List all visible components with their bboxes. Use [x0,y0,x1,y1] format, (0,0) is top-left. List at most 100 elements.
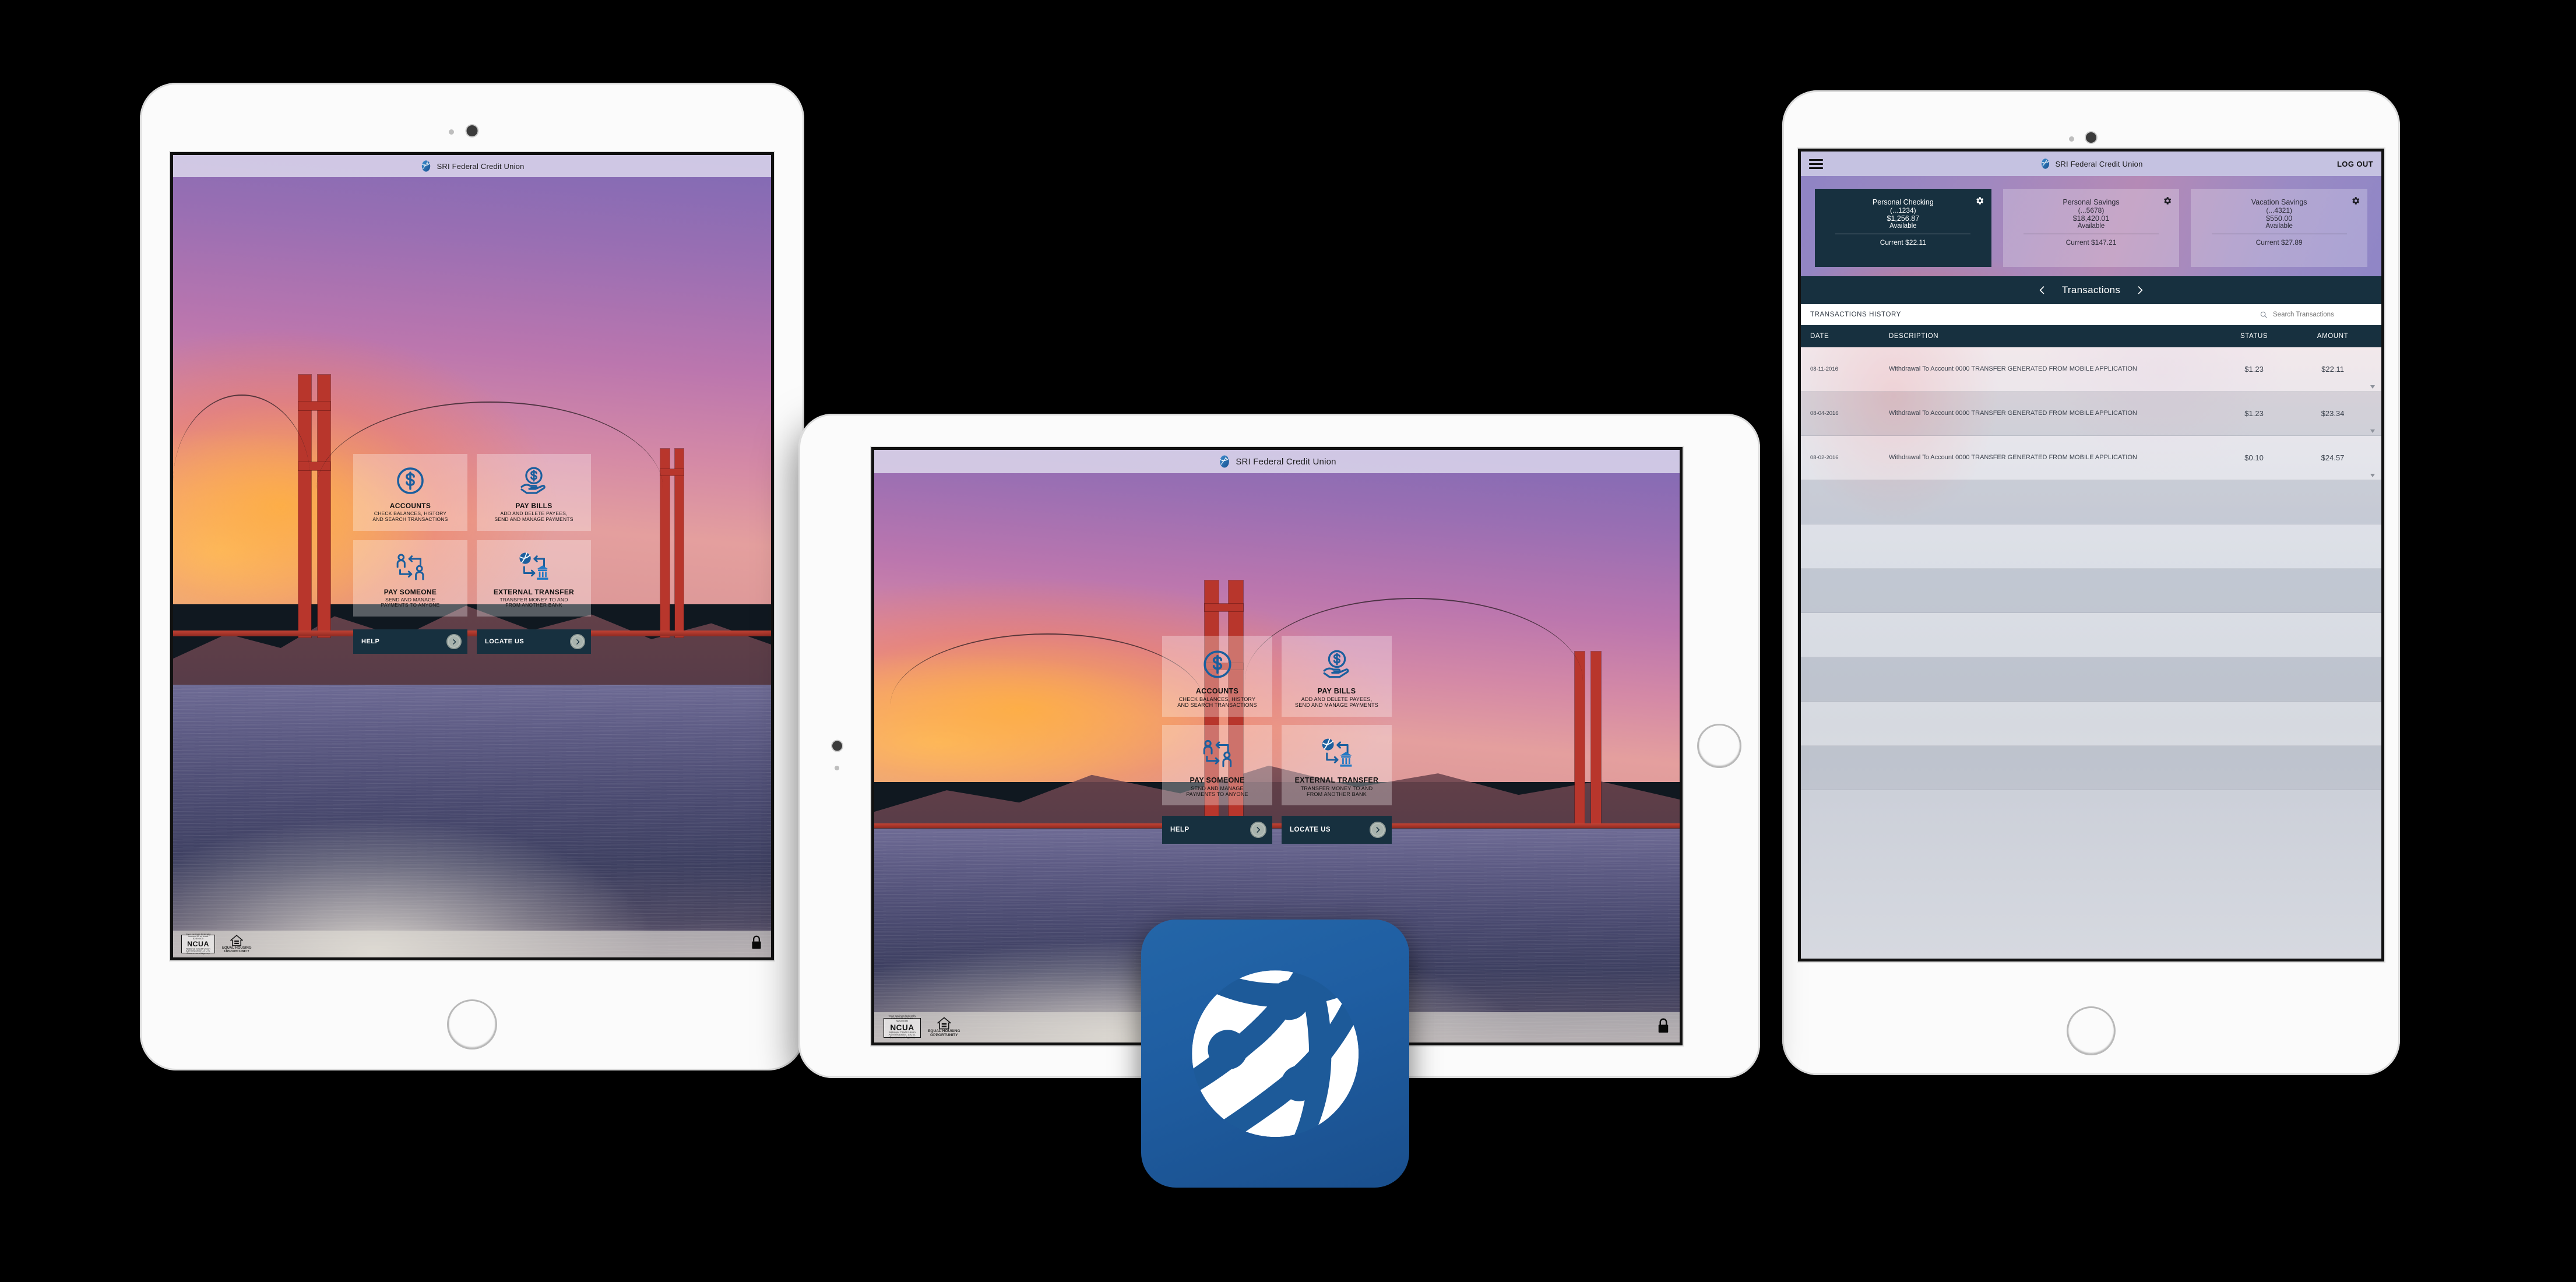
cell-date: 08-02-2016 [1810,455,1839,461]
gear-icon[interactable] [1975,196,1984,209]
tablet-right: SRI Federal Credit Union LOG OUT Persona… [1782,90,2400,1075]
locate-us-button[interactable]: LOCATE US [477,629,591,654]
caret-down-icon[interactable] [2370,385,2376,389]
account-balance: $1,256.87 [1887,214,1920,223]
tile-title: PAY SOMEONE [1190,776,1245,784]
locate-us-button[interactable]: LOCATE US [1282,816,1392,844]
cell-amount: $24.57 [2321,453,2345,462]
tile-accounts[interactable]: ACCOUNTS CHECK BALANCES, HISTORY AND SEA… [353,453,467,531]
tile-pay-someone[interactable]: PAY SOMEONE SEND AND MANAGE PAYMENTS TO … [353,540,467,617]
account-name: Personal Checking [1872,198,1934,206]
home-action-buttons: HELP LOCATE US [353,629,591,654]
table-row[interactable]: 08-11-2016 Withdrawal To Account 0000 TR… [1801,347,2381,392]
hamburger-menu-icon[interactable] [1809,159,1823,169]
account-card-personal-checking[interactable]: Personal Checking (...1234) $1,256.87 Av… [1815,189,1991,267]
globe-to-bank-icon [518,551,550,583]
home-button-right[interactable] [2067,1006,2116,1055]
tile-title: PAY SOMEONE [383,587,437,596]
gear-icon[interactable] [2350,196,2360,209]
padlock-icon [750,934,763,954]
table-row-empty [1801,613,2381,657]
table-row-empty [1801,569,2381,613]
account-balance-label: Available [2265,223,2293,230]
tile-pay-someone[interactable]: PAY SOMEONE SEND AND MANAGE PAYMENTS TO … [1162,724,1272,806]
cell-status: $1.23 [2244,409,2264,418]
cell-status: $0.10 [2244,453,2264,462]
home-button-center[interactable] [1697,724,1741,768]
column-header-amount: AMOUNT [2317,333,2349,340]
tile-subtitle-line2: AND SEARCH TRANSACTIONS [1177,702,1257,709]
app-footer-left: Your savings federally insured to at lea… [173,931,771,957]
brand-name-label: SRI Federal Credit Union [1236,456,1336,467]
app-header-center: SRI Federal Credit Union [874,450,1680,473]
account-balance: $18,420.01 [2072,214,2110,223]
tile-external-transfer[interactable]: EXTERNAL TRANSFER TRANSFER MONEY TO AND … [1282,724,1392,806]
tile-title: PAY BILLS [1317,686,1356,695]
chevron-right-icon [446,634,462,650]
transactions-list[interactable]: 08-11-2016 Withdrawal To Account 0000 TR… [1801,347,2381,959]
dollar-coin-icon [1201,647,1234,681]
tile-grid-left: ACCOUNTS CHECK BALANCES, HISTORY AND SEA… [353,453,591,617]
section-title: Transactions [2061,284,2121,295]
transactions-history-label: TRANSACTIONS HISTORY [1810,311,1901,318]
caret-down-icon[interactable] [2370,429,2376,433]
app-icon-tile[interactable] [1141,920,1409,1188]
cell-status: $1.23 [2244,365,2264,374]
transactions-table-header: DATE DESCRIPTION STATUS AMOUNT [1801,325,2381,347]
globe-to-bank-icon [1320,737,1354,770]
brand-lockup: SRI Federal Credit Union [2039,158,2142,170]
tile-external-transfer[interactable]: EXTERNAL TRANSFER TRANSFER MONEY TO AND … [477,540,591,617]
cell-description: Withdrawal To Account 0000 TRANSFER GENE… [1888,409,2137,417]
globe-network-logo-icon [1217,455,1231,469]
account-card-vacation-savings[interactable]: Vacation Savings (...4321) $550.00 Avail… [2191,189,2368,267]
coin-in-hand-icon [518,464,550,497]
column-header-status: STATUS [2240,333,2268,340]
brand-lockup: SRI Federal Credit Union [420,160,524,172]
tile-accounts[interactable]: ACCOUNTS CHECK BALANCES, HISTORY AND SEA… [1162,635,1272,717]
help-button[interactable]: HELP [1162,816,1272,844]
screenshot-stage: SRI Federal Credit Union ACCOUNTS CHECK … [0,0,2576,1282]
ncua-badge: Your savings federally insured to at lea… [181,932,215,955]
home-button-left[interactable] [447,999,497,1049]
tile-title: EXTERNAL TRANSFER [1294,776,1379,784]
account-cards-strip: Personal Checking (...1234) $1,256.87 Av… [1801,176,2381,276]
account-balance-label: Available [1889,223,1917,230]
ncua-bottom-text: National Credit Union Administration, a … [185,948,211,955]
chevron-left-icon[interactable] [2036,284,2048,296]
chevron-right-icon[interactable] [2134,284,2146,296]
eho-line2: OPPORTUNITY [930,1033,958,1037]
home-action-buttons: HELP LOCATE US [1162,816,1392,844]
app-header-left: SRI Federal Credit Union [173,155,771,177]
account-name: Personal Savings [2063,198,2120,206]
search-icon [2260,311,2268,319]
locate-us-button-label: LOCATE US [1290,826,1331,834]
padlock-icon [1656,1017,1670,1038]
account-balance: $550.00 [2266,214,2293,223]
ncua-label: NCUA [187,939,209,948]
home-app-left: SRI Federal Credit Union ACCOUNTS CHECK … [173,155,771,957]
ncua-top-text: Your savings federally insured to at lea… [185,932,211,940]
tile-pay-bills[interactable]: PAY BILLS ADD AND DELETE PAYEES, SEND AN… [477,453,591,531]
tile-subtitle-line1: CHECK BALANCES, HISTORY [1178,696,1256,702]
tile-subtitle-line2: SEND AND MANAGE PAYMENTS [494,516,573,522]
caret-down-icon[interactable] [2370,473,2376,477]
chevron-right-icon [1250,822,1266,839]
tile-title: ACCOUNTS [1195,686,1239,695]
gear-icon[interactable] [2162,196,2172,209]
table-row[interactable]: 08-04-2016 Withdrawal To Account 0000 TR… [1801,392,2381,436]
account-current: Current $27.89 [2255,238,2303,246]
globe-network-app-icon [1180,954,1367,1153]
search-input[interactable] [2273,311,2372,318]
account-card-personal-savings[interactable]: Personal Savings (...5678) $18,420.01 Av… [2003,189,2180,267]
equal-housing-house-icon [937,1017,951,1030]
brand-name-label: SRI Federal Credit Union [2055,159,2143,168]
account-number: (...5678) [2078,206,2105,214]
table-row[interactable]: 08-02-2016 Withdrawal To Account 0000 TR… [1801,436,2381,480]
help-button[interactable]: HELP [353,629,467,654]
logout-button[interactable]: LOG OUT [2337,160,2373,168]
tile-pay-bills[interactable]: PAY BILLS ADD AND DELETE PAYEES, SEND AN… [1282,635,1392,717]
locate-us-button-label: LOCATE US [485,638,525,646]
search-transactions-field[interactable] [2260,311,2372,319]
account-number: (...4321) [2266,206,2293,214]
column-header-date: DATE [1810,333,1829,340]
